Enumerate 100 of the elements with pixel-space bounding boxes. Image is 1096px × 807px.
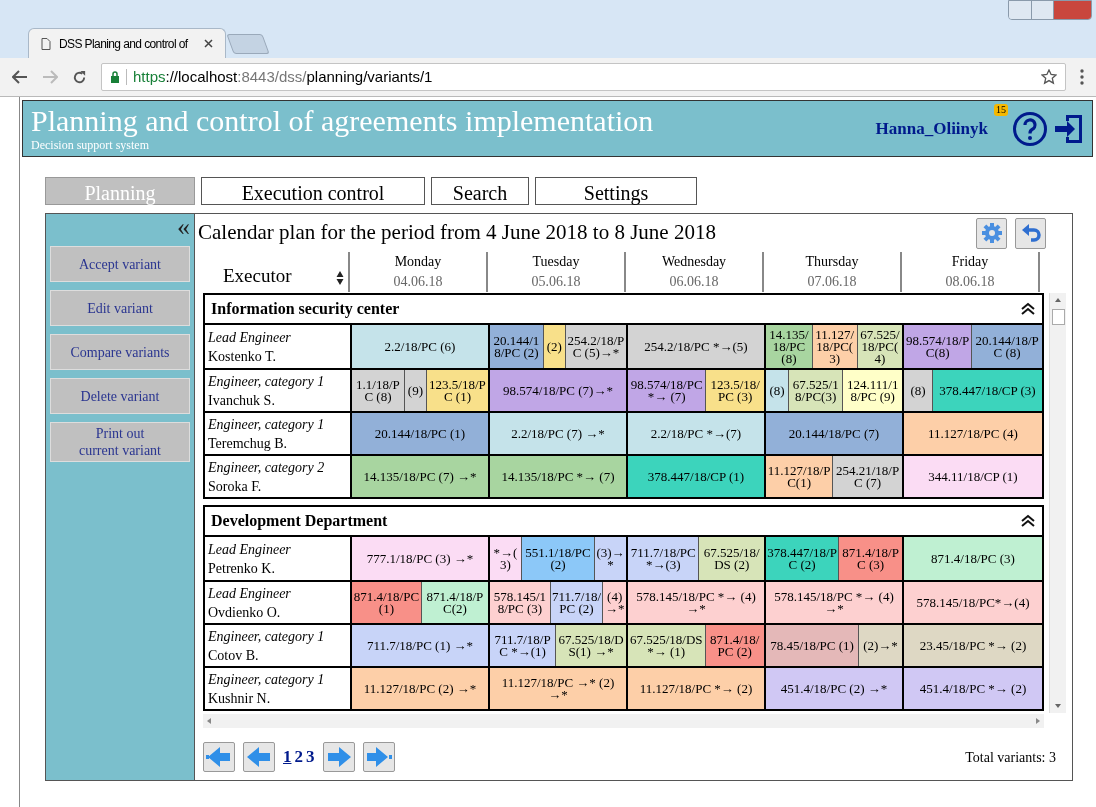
task-block[interactable]: 711.7/18/PC (2) <box>549 582 603 623</box>
previous-page-button[interactable] <box>243 742 275 772</box>
task-block[interactable]: 20.144/18/PC (7) <box>766 413 902 454</box>
window-controls[interactable] <box>1008 0 1092 20</box>
reload-icon[interactable] <box>72 69 87 85</box>
task-block[interactable]: 2.2/18/PC (7) →* <box>490 413 626 454</box>
sidebar-button[interactable]: Compare variants <box>50 334 190 370</box>
close-icon[interactable] <box>204 39 213 48</box>
user-link[interactable]: Hanna_Oliinyk <box>875 118 988 138</box>
nav-tab[interactable]: Execution control <box>201 177 425 205</box>
sidebar-button[interactable]: Edit variant <box>50 290 190 326</box>
task-block[interactable]: 871.4/18/PC (3) <box>904 537 1042 580</box>
task-block[interactable]: 711.7/18/PC*→(3) <box>628 537 699 580</box>
task-block[interactable]: 451.4/18/PC (2) →* <box>766 668 902 709</box>
task-block[interactable]: 777.1/18/PC (3) →* <box>352 537 488 580</box>
task-block[interactable]: *→(3) <box>490 537 521 580</box>
collapse-icon[interactable] <box>1020 301 1036 317</box>
first-page-button[interactable] <box>203 742 235 772</box>
collapse-icon[interactable] <box>1020 513 1036 529</box>
task-block[interactable]: (9) <box>403 370 426 411</box>
task-block[interactable]: 67.525/18/DS*→ (1) <box>628 625 705 666</box>
task-block[interactable]: (3)→* <box>594 537 626 580</box>
task-block[interactable]: 98.574/18/PC(8) <box>904 325 972 368</box>
scrollbar-thumb[interactable] <box>1051 309 1065 325</box>
task-block[interactable]: 1.1/18/PC (8) <box>352 370 404 411</box>
task-block[interactable]: 67.525/18/PC(4) <box>856 325 902 368</box>
task-block[interactable]: 67.525/18/PC(3) <box>788 370 843 411</box>
task-block[interactable]: 14.135/18/PC (7) →* <box>352 456 488 497</box>
task-block[interactable]: 124.111/18/PC (9) <box>842 370 902 411</box>
task-block[interactable]: 871.4/18/PC (2) <box>704 625 764 666</box>
task-block[interactable]: 578.145/18/PC *→ (4) →* <box>766 582 902 623</box>
task-block[interactable]: 67.525/18/DS(1) →* <box>555 625 626 666</box>
task-block[interactable]: 20.144/18/PC (1) <box>352 413 488 454</box>
task-block[interactable]: 378.447/18/PC (2) <box>766 537 839 580</box>
task-block[interactable]: 98.574/18/PC *→ (7) <box>628 370 706 411</box>
task-block[interactable]: 711.7/18/PC *→(1) <box>490 625 556 666</box>
task-block[interactable]: 11.127/18/PC (4) <box>904 413 1042 454</box>
task-block[interactable]: 78.45/18/PC (1) <box>766 625 859 666</box>
help-icon[interactable] <box>1012 110 1048 147</box>
task-block[interactable]: 378.447/18/CP (1) <box>628 456 764 497</box>
horizontal-scrollbar[interactable] <box>203 714 1044 728</box>
sidebar-button[interactable]: Print out current variant <box>50 422 190 462</box>
task-block[interactable]: 23.45/18/PC *→ (2) <box>904 625 1042 666</box>
task-block[interactable]: 871.4/18/PC(2) <box>420 582 488 623</box>
task-block[interactable]: 254.2/18/PC (5)→* <box>564 325 626 368</box>
task-block[interactable]: 578.145/18/PC*→(4) <box>904 582 1042 623</box>
sidebar-button[interactable]: Delete variant <box>50 378 190 414</box>
task-block[interactable]: 20.144/18/PC (2) <box>490 325 543 368</box>
scroll-down-icon[interactable] <box>1054 703 1062 709</box>
task-block[interactable]: 254.2/18/PC *→(5) <box>628 325 764 368</box>
nav-tab[interactable]: Search <box>431 177 529 205</box>
menu-icon[interactable] <box>1080 69 1084 85</box>
task-block[interactable]: 67.525/18/DS (2) <box>698 537 764 580</box>
task-block[interactable]: 123.5/18/PC (3) <box>705 370 764 411</box>
task-block[interactable]: 2.2/18/PC (6) <box>352 325 488 368</box>
page-link[interactable]: 3 <box>306 744 315 770</box>
nav-tab[interactable]: Settings <box>535 177 697 205</box>
vertical-scrollbar[interactable] <box>1049 293 1066 713</box>
last-page-button[interactable] <box>362 742 395 772</box>
page-link[interactable]: 1 <box>283 744 292 770</box>
task-block[interactable]: (8) <box>904 370 932 411</box>
task-block[interactable]: 2.2/18/PC *→(7) <box>628 413 764 454</box>
task-block[interactable]: 378.447/18/CP (3) <box>931 370 1042 411</box>
browser-tab[interactable]: DSS Planing and control of <box>28 28 226 58</box>
address-field[interactable]: https://localhost:8443/dss/planning/variants/1 <box>101 63 1066 91</box>
scroll-right-icon[interactable] <box>1035 717 1041 725</box>
task-block[interactable]: 11.127/18/PC (2) →* <box>352 668 488 709</box>
task-block[interactable]: 451.4/18/PC *→ (2) <box>904 668 1042 709</box>
task-block[interactable]: 711.7/18/PC (1) →* <box>352 625 488 666</box>
star-icon[interactable] <box>1041 69 1057 85</box>
task-block[interactable]: 20.144/18/PC (8) <box>971 325 1042 368</box>
task-block[interactable]: 254.21/18/PC (7) <box>832 456 902 497</box>
collapse-button[interactable]: « <box>177 214 190 238</box>
task-block[interactable]: 11.127/18/PC →* (2) →* <box>490 668 626 709</box>
task-block[interactable]: 344.11/18/CP (1) <box>904 456 1042 497</box>
task-block[interactable]: 123.5/18/PC (1) <box>425 370 488 411</box>
page-link[interactable]: 2 <box>294 744 303 770</box>
settings-button[interactable] <box>976 217 1007 249</box>
task-block[interactable]: 11.127/18/PC(3) <box>811 325 857 368</box>
sidebar-button[interactable]: Accept variant <box>50 246 190 282</box>
scroll-left-icon[interactable] <box>206 717 212 725</box>
task-block[interactable]: (4)→* <box>602 582 626 623</box>
task-block[interactable]: 871.4/18/PC (3) <box>838 537 902 580</box>
sort-icon[interactable] <box>336 270 344 286</box>
task-block[interactable]: (2) <box>542 325 565 368</box>
back-icon[interactable] <box>12 70 28 84</box>
task-block[interactable]: 11.127/18/PC *→ (2) <box>628 668 764 709</box>
task-block[interactable]: 578.145/18/PC (3) <box>490 582 550 623</box>
undo-button[interactable] <box>1015 217 1046 249</box>
next-page-button[interactable] <box>322 742 355 772</box>
task-block[interactable]: 14.135/18/PC (8) <box>766 325 812 368</box>
task-block[interactable]: 98.574/18/PC (7)→* <box>490 370 626 411</box>
scroll-up-icon[interactable] <box>1054 297 1062 303</box>
task-block[interactable]: 551.1/18/PC (2) <box>521 537 595 580</box>
task-block[interactable]: (2)→* <box>858 625 902 666</box>
task-block[interactable]: 871.4/18/PC (1) <box>352 582 421 623</box>
task-block[interactable]: 14.135/18/PC *→ (7) <box>490 456 626 497</box>
task-block[interactable]: 11.127/18/PC(1) <box>766 456 833 497</box>
task-block[interactable]: (8) <box>766 370 788 411</box>
task-block[interactable]: 578.145/18/PC *→ (4) →* <box>628 582 764 623</box>
